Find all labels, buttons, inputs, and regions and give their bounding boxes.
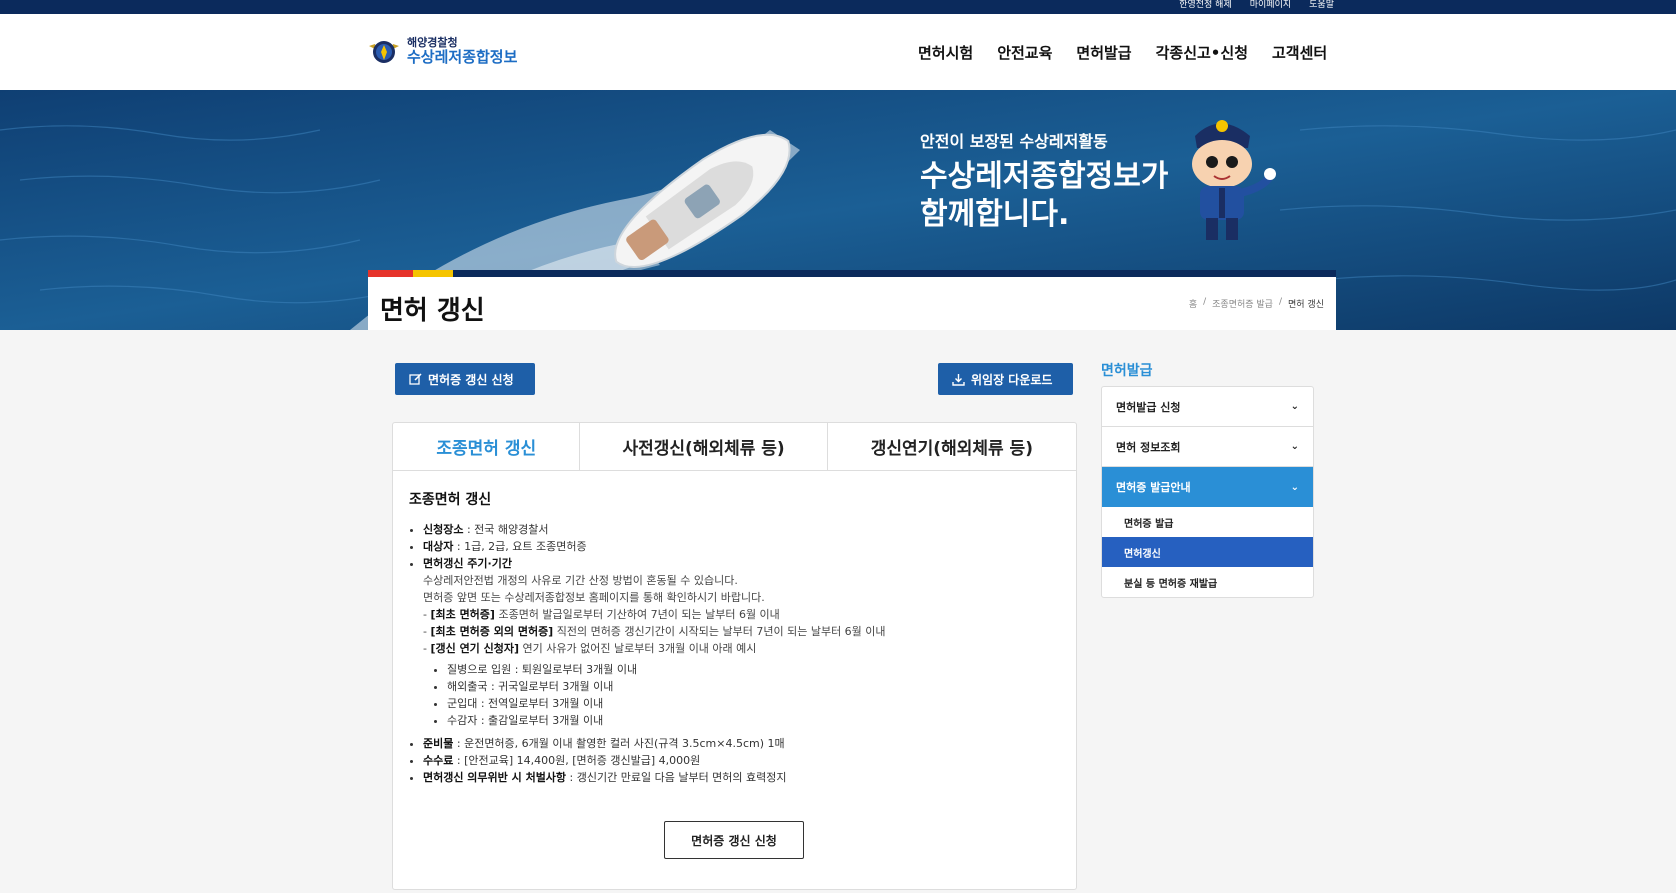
sidebar-sub-issuance[interactable]: 면허증 발급 [1102, 507, 1313, 537]
sidebar-item-guide[interactable]: 면허증 발급안내 ⌄ [1102, 467, 1313, 507]
list-item-period: 면허갱신 주기·기간 수상레저안전법 개정의 사유로 기간 산정 방법이 혼동될… [423, 555, 1060, 729]
tab-panel: 조종면허 갱신 신청장소 : 전국 해양경찰서 대상자 : 1급, 2급, 요트… [393, 471, 1076, 786]
sidebar: 면허발급 면허발급 신청 ⌄ 면허 정보조회 ⌄ 면허증 발급안내 ⌄ 면허증 발급 … [1101, 360, 1314, 598]
period-note-2: 면허증 앞면 또는 수상레저종합정보 홈페이지를 통해 확인하시기 바랍니다. [423, 591, 765, 604]
sidebar-menu: 면허발급 신청 ⌄ 면허 정보조회 ⌄ 면허증 발급안내 ⌄ 면허증 발급 면허갱신 … [1101, 386, 1314, 598]
postpone-examples: 질병으로 입원 : 퇴원일로부터 3개월 이내 해외출국 : 귀국일로부터 3개… [423, 661, 1060, 729]
nav-item-issuance[interactable]: 면허발급 [1076, 42, 1131, 63]
sidebar-sub-renewal[interactable]: 면허갱신 [1102, 537, 1313, 567]
nav-item-exam[interactable]: 면허시험 [918, 42, 973, 63]
site-header: 해양경찰청 수상레저종합정보 면허시험 안전교육 면허발급 각종신고•신청 고객… [0, 14, 1676, 90]
banner-headline-line1: 수상레저종합정보가 [920, 159, 1169, 194]
period-rule-other: - [최초 면허증 외의 면허증] 직전의 면허증 갱신기간이 시작되는 날부터… [423, 625, 886, 638]
top-utility-bar: 한영전정 해제 마이페이지 도움말 [0, 0, 1676, 14]
renewal-tabs: 조종면허 갱신 사전갱신(해외체류 등) 갱신연기(해외체류 등) [393, 423, 1076, 471]
sidebar-sub-reissue[interactable]: 분실 등 면허증 재발급 [1102, 567, 1313, 597]
period-rule-postpone: - [갱신 연기 신청자] 연기 사유가 없어진 날로부터 3개월 이내 아래 … [423, 642, 757, 655]
download-proxy-form-button[interactable]: 위임장 다운로드 [938, 363, 1073, 395]
main-nav: 면허시험 안전교육 면허발급 각종신고•신청 고객센터 [918, 42, 1327, 63]
apply-renewal-button-bottom[interactable]: 면허증 갱신 신청 [664, 821, 804, 859]
banner-headline-line2: 함께합니다. [920, 196, 1070, 232]
list-item: 질병으로 입원 : 퇴원일로부터 3개월 이내 [447, 661, 1060, 678]
logo-subtitle: 해양경찰청 [407, 35, 458, 49]
coast-guard-emblem-icon [369, 41, 399, 63]
renewal-info-card: 조종면허 갱신 사전갱신(해외체류 등) 갱신연기(해외체류 등) 조종면허 갱… [392, 422, 1077, 890]
apply-renewal-label-top: 면허증 갱신 신청 [428, 372, 514, 387]
section-heading: 조종면허 갱신 [409, 492, 492, 508]
utility-links: 한영전정 해제 마이페이지 도움말 [1179, 0, 1334, 10]
nav-item-support[interactable]: 고객센터 [1272, 42, 1327, 63]
main-content: 면허증 갱신 신청 위임장 다운로드 조종면허 갱신 사전갱신(해외체류 등) … [392, 330, 1077, 890]
util-link-contrast[interactable]: 한영전정 해제 [1179, 0, 1232, 10]
chevron-up-icon: ⌄ [1290, 481, 1299, 493]
chevron-down-icon: ⌄ [1290, 441, 1299, 452]
page-title: 면허 갱신 [380, 296, 485, 326]
list-item-fee: 수수료 : [안전교육] 14,400원, [면허증 갱신발급] 4,000원 [423, 752, 1060, 769]
logo-title: 수상레저종합정보 [407, 47, 518, 66]
download-proxy-form-label: 위임장 다운로드 [971, 372, 1053, 387]
tab-renewal-postpone[interactable]: 갱신연기(해외체류 등) [828, 423, 1076, 470]
edit-icon [409, 372, 422, 385]
chevron-down-icon: ⌄ [1290, 401, 1299, 412]
nav-item-education[interactable]: 안전교육 [997, 42, 1052, 63]
page-title-box: 면허 갱신 홈 / 조종면허증 발급 / 면허 갱신 [368, 270, 1336, 330]
util-link-help[interactable]: 도움말 [1309, 0, 1334, 10]
banner-tagline: 안전이 보장된 수상레저활동 [920, 132, 1108, 151]
police-mascot-illustration [1192, 120, 1276, 240]
renewal-info-list: 신청장소 : 전국 해양경찰서 대상자 : 1급, 2급, 요트 조종면허증 면… [409, 521, 1060, 786]
tab-early-renewal[interactable]: 사전갱신(해외체류 등) [580, 423, 828, 470]
breadcrumb-section[interactable]: 조종면허증 발급 [1212, 297, 1273, 310]
sidebar-item-lookup[interactable]: 면허 정보조회 ⌄ [1102, 427, 1313, 467]
period-rule-first: - [최초 면허증] 조종면허 발급일로부터 기산하여 7년이 되는 날부터 6… [423, 608, 780, 621]
period-note-1: 수상레저안전법 개정의 사유로 기간 산정 방법이 혼동될 수 있습니다. [423, 574, 738, 587]
util-link-mypage[interactable]: 마이페이지 [1250, 0, 1291, 10]
tab-license-renewal[interactable]: 조종면허 갱신 [393, 423, 581, 470]
list-item-place: 신청장소 : 전국 해양경찰서 [423, 521, 1060, 538]
list-item-penalty: 면허갱신 의무위반 시 처벌사항 : 갱신기간 만료일 다음 날부터 면허의 효… [423, 769, 1060, 786]
list-item-target: 대상자 : 1급, 2급, 요트 조종면허증 [423, 538, 1060, 555]
title-stripe [368, 270, 1336, 277]
list-item: 군입대 : 전역일로부터 3개월 이내 [447, 695, 1060, 712]
list-item: 수감자 : 출감일로부터 3개월 이내 [447, 712, 1060, 729]
breadcrumb-home[interactable]: 홈 [1189, 297, 1197, 310]
apply-renewal-button-top[interactable]: 면허증 갱신 신청 [395, 363, 535, 395]
site-logo[interactable]: 해양경찰청 수상레저종합정보 [367, 34, 517, 68]
breadcrumb: 홈 / 조종면허증 발급 / 면허 갱신 [1188, 297, 1324, 310]
list-item: 해외출국 : 귀국일로부터 3개월 이내 [447, 678, 1060, 695]
sidebar-item-apply[interactable]: 면허발급 신청 ⌄ [1102, 387, 1313, 427]
breadcrumb-current: 면허 갱신 [1288, 300, 1324, 310]
nav-item-reports[interactable]: 각종신고•신청 [1156, 42, 1248, 63]
list-item-prep: 준비물 : 운전면허증, 6개월 이내 촬영한 컬러 사진(규격 3.5cm×4… [423, 735, 1060, 752]
download-icon [952, 373, 965, 386]
sidebar-title: 면허발급 [1101, 363, 1153, 379]
